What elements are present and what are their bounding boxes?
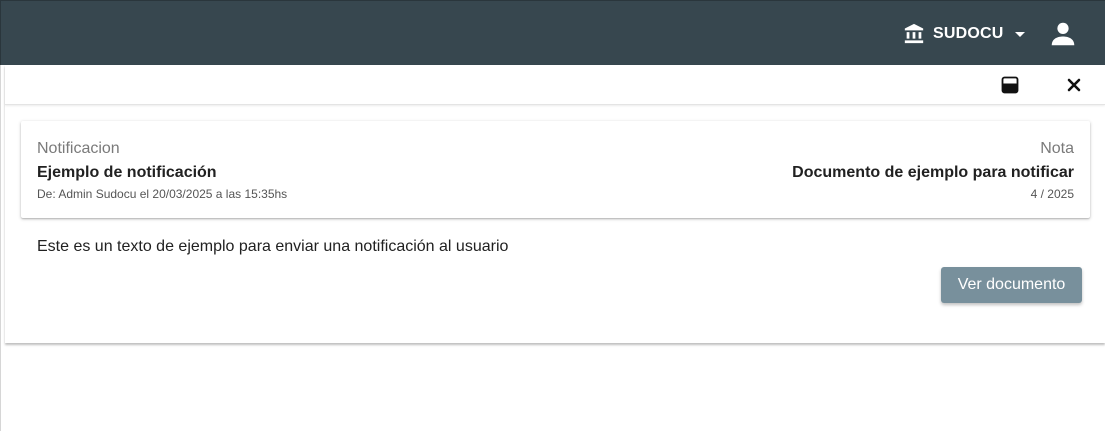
close-button[interactable] (1064, 77, 1084, 97)
document-type-label: Nota (1040, 140, 1074, 157)
notification-message: Este es un texto de ejemplo para enviar … (37, 238, 509, 255)
notification-title: Ejemplo de notificación (37, 164, 217, 181)
notification-sender-meta: De: Admin Sudocu el 20/03/2025 a las 15:… (37, 187, 288, 201)
account-button[interactable] (1048, 19, 1078, 49)
notification-panel: Notificacion Ejemplo de notificación De:… (5, 65, 1105, 343)
document-number: 4 / 2025 (1030, 187, 1074, 201)
archive-icon (1001, 76, 1019, 99)
archive-button[interactable] (1000, 76, 1020, 99)
notification-card: Notificacion Ejemplo de notificación De:… (21, 121, 1090, 218)
organization-menu[interactable]: SUDOCU (903, 21, 1025, 47)
top-app-bar: SUDOCU (0, 0, 1105, 65)
view-document-button[interactable]: Ver documento (941, 267, 1082, 303)
left-border (0, 65, 1, 431)
panel-toolbar (5, 65, 1105, 105)
organization-name: SUDOCU (933, 25, 1004, 42)
bank-icon (903, 23, 925, 45)
account-icon (1048, 22, 1078, 53)
document-title: Documento de ejemplo para notificar (792, 164, 1074, 181)
chevron-down-icon (1014, 31, 1025, 37)
notification-type-label: Notificacion (37, 140, 120, 157)
close-icon (1067, 78, 1081, 97)
